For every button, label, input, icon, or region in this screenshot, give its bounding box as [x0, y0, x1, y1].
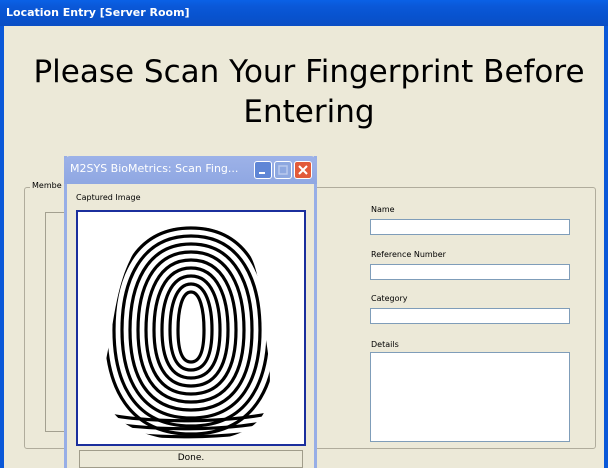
name-label: Name — [371, 205, 395, 214]
window-border-left — [0, 26, 4, 468]
reference-number-label: Reference Number — [371, 250, 446, 259]
scan-dialog-title: M2SYS BioMetrics: Scan Fing... — [70, 162, 239, 175]
close-button[interactable] — [294, 161, 312, 179]
close-icon — [298, 165, 308, 175]
scan-status-bar: Done. — [79, 450, 303, 468]
fingerprint-frame — [76, 210, 306, 446]
category-label: Category — [371, 294, 408, 303]
reference-number-field[interactable] — [370, 264, 570, 280]
page-heading: Please Scan Your Fingerprint Before Ente… — [33, 54, 585, 130]
name-field[interactable] — [370, 219, 570, 235]
captured-image-label: Captured Image — [76, 193, 141, 202]
minimize-button[interactable] — [254, 161, 272, 179]
member-group-legend: Membe — [30, 181, 64, 190]
minimize-icon — [259, 172, 265, 174]
window-border-right — [604, 26, 608, 468]
maximize-button[interactable] — [274, 161, 292, 179]
maximize-icon — [278, 165, 288, 175]
category-field[interactable] — [370, 308, 570, 324]
main-window-title: Location Entry [Server Room] — [6, 6, 190, 19]
fingerprint-image — [104, 226, 270, 440]
details-label: Details — [371, 340, 399, 349]
details-field[interactable] — [370, 352, 570, 442]
